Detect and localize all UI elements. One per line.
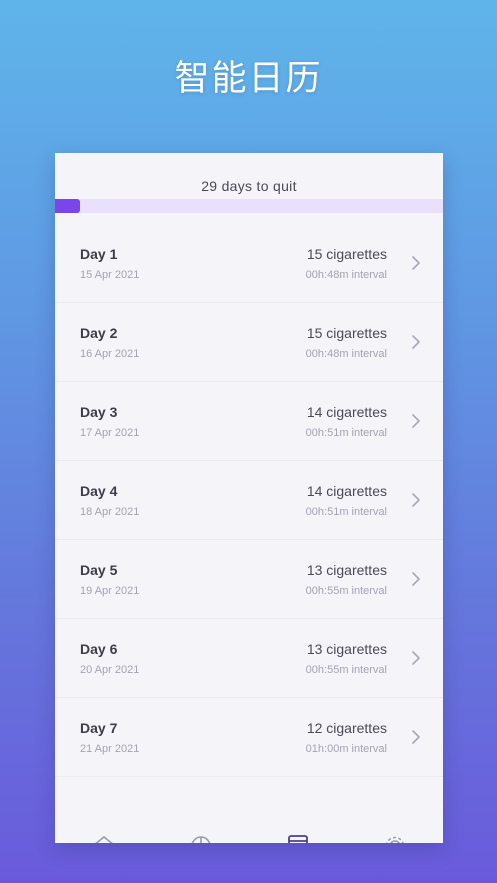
cigarette-count: 14 cigarettes: [306, 483, 387, 499]
cigarette-count: 15 cigarettes: [306, 325, 387, 341]
day-row[interactable]: Day 7 21 Apr 2021 12 cigarettes 01h:00m int…: [55, 698, 443, 777]
pie-chart-icon: [191, 836, 211, 843]
day-row[interactable]: Day 4 18 Apr 2021 14 cigarettes 00h:51m int…: [55, 461, 443, 540]
smoking-interval: 00h:51m interval: [305, 506, 387, 518]
chevron-right-icon: [412, 651, 420, 665]
day-title: Day 6: [80, 641, 118, 657]
home-icon: [95, 835, 113, 843]
smoking-interval: 00h:48m interval: [305, 348, 387, 360]
promo-headline: 智能日历: [174, 59, 323, 99]
day-title: Day 7: [80, 720, 118, 736]
day-row[interactable]: Day 1 15 Apr 2021 15 cigarettes 00h:48m int…: [55, 224, 443, 303]
chevron-right-icon: [412, 572, 420, 586]
gear-icon: [386, 836, 404, 843]
smoking-interval: 01h:00m interval: [305, 743, 387, 755]
chevron-right-icon: [412, 730, 420, 744]
smoking-interval: 00h:48m interval: [305, 269, 387, 281]
day-title: Day 4: [80, 483, 118, 499]
chevron-right-icon: [412, 493, 420, 507]
day-date: 15 Apr 2021: [80, 269, 140, 281]
day-date: 21 Apr 2021: [80, 743, 140, 755]
day-date: 16 Apr 2021: [80, 348, 140, 360]
cigarette-count: 13 cigarettes: [306, 641, 387, 657]
cigarette-count: 12 cigarettes: [306, 720, 387, 736]
day-row[interactable]: Day 5 19 Apr 2021 13 cigarettes 00h:55m int…: [55, 540, 443, 619]
day-date: 19 Apr 2021: [80, 585, 140, 597]
day-list: Day 1 15 Apr 2021 15 cigarettes 00h:48m int…: [55, 224, 443, 777]
phone-screen: 29 days to quit Day 1 15 Apr 2021 15 cigar…: [55, 153, 443, 843]
chevron-right-icon: [412, 414, 420, 428]
day-title: Day 2: [80, 325, 118, 341]
day-date: 18 Apr 2021: [80, 506, 140, 518]
smoking-interval: 00h:55m interval: [305, 664, 387, 676]
cigarette-count: 13 cigarettes: [306, 562, 387, 578]
cigarette-count: 14 cigarettes: [306, 404, 387, 420]
chevron-right-icon: [412, 256, 420, 270]
bottom-tab-bar: [55, 829, 443, 843]
chevron-right-icon: [412, 335, 420, 349]
tab-home[interactable]: [55, 829, 152, 843]
day-title: Day 3: [80, 404, 118, 420]
cigarette-count: 15 cigarettes: [306, 246, 387, 262]
tab-statistics[interactable]: [152, 829, 249, 843]
smoking-interval: 00h:51m interval: [305, 427, 387, 439]
quit-progress-fill: [55, 199, 81, 213]
tab-settings[interactable]: [346, 829, 443, 843]
smoking-interval: 00h:55m interval: [305, 585, 387, 597]
tab-calendar[interactable]: [249, 829, 346, 843]
day-date: 17 Apr 2021: [80, 427, 140, 439]
day-row[interactable]: Day 2 16 Apr 2021 15 cigarettes 00h:48m int…: [55, 303, 443, 382]
day-title: Day 1: [80, 246, 118, 262]
calendar-icon: [288, 835, 308, 843]
quit-progress-bar: [55, 199, 443, 213]
day-row[interactable]: Day 3 17 Apr 2021 14 cigarettes 00h:51m int…: [55, 382, 443, 461]
day-date: 20 Apr 2021: [80, 664, 140, 676]
days-to-quit-label: 29 days to quit: [201, 178, 297, 194]
day-title: Day 5: [80, 562, 118, 578]
day-row[interactable]: Day 6 20 Apr 2021 13 cigarettes 00h:55m int…: [55, 619, 443, 698]
